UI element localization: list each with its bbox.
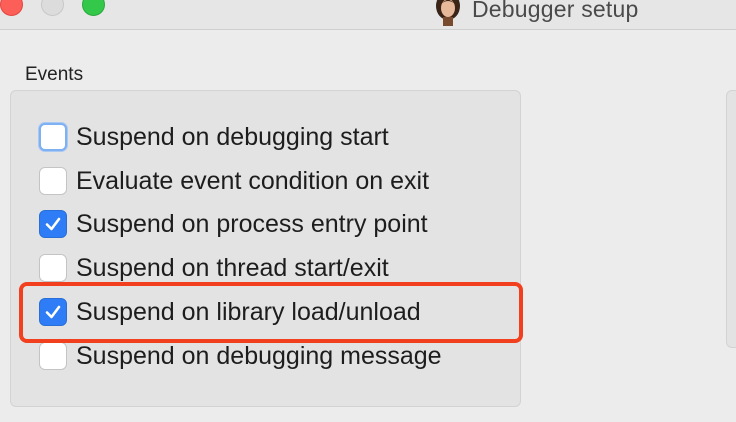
option-suspend-debugging-start[interactable]: Suspend on debugging start (39, 122, 389, 152)
highlight-annotation-box (19, 282, 523, 343)
option-label: Suspend on debugging start (76, 122, 389, 151)
close-window-button[interactable] (0, 0, 23, 16)
minimize-window-button[interactable] (41, 0, 64, 16)
window-title: Debugger setup (472, 0, 639, 22)
title-area: Debugger setup (432, 0, 638, 26)
debugger-setup-window: Debugger setup Events Suspend on debuggi… (0, 0, 736, 422)
checkbox[interactable] (39, 123, 67, 151)
checkbox[interactable] (39, 167, 67, 195)
option-suspend-debugging-message[interactable]: Suspend on debugging message (39, 341, 442, 371)
title-bar: Debugger setup (0, 0, 736, 30)
option-label: Suspend on process entry point (76, 209, 428, 238)
option-label: Evaluate event condition on exit (76, 166, 430, 195)
portrait-icon (432, 0, 464, 26)
right-panel (726, 90, 736, 348)
option-suspend-thread-start-exit[interactable]: Suspend on thread start/exit (39, 253, 389, 283)
maximize-window-button[interactable] (82, 0, 105, 16)
checkmark-icon (45, 217, 61, 231)
option-suspend-process-entry[interactable]: Suspend on process entry point (39, 209, 428, 239)
option-label: Suspend on debugging message (76, 341, 442, 370)
option-evaluate-event-condition[interactable]: Evaluate event condition on exit (39, 166, 429, 196)
option-label: Suspend on thread start/exit (76, 253, 389, 282)
checkbox[interactable] (39, 210, 67, 238)
checkbox[interactable] (39, 254, 67, 282)
checkbox[interactable] (39, 342, 67, 370)
events-group-label: Events (25, 64, 84, 85)
